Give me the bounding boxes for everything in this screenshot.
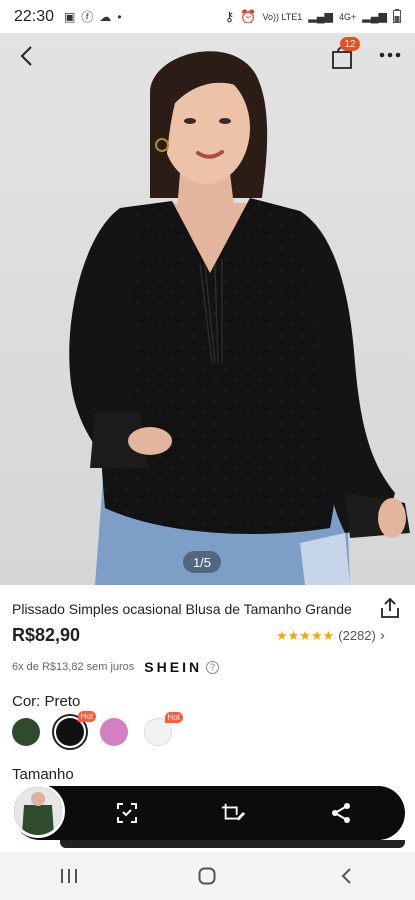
signal-icon: ▂▄▆ bbox=[308, 11, 334, 23]
bag-count-badge: 12 bbox=[340, 37, 360, 51]
dot-icon: • bbox=[117, 9, 122, 24]
hot-badge: Hot bbox=[164, 712, 183, 723]
recent-apps-icon bbox=[61, 869, 78, 883]
notification-icons: ▣ ⓕ ☁ • bbox=[64, 8, 122, 25]
product-price: R$82,90 bbox=[12, 625, 81, 645]
size-label: Tamanho bbox=[12, 766, 74, 783]
share-nodes-icon bbox=[332, 803, 350, 823]
status-time: 22:30 bbox=[14, 7, 55, 25]
scan-button[interactable] bbox=[115, 801, 139, 825]
swatch-black[interactable]: Hot bbox=[52, 711, 96, 750]
scan-icon bbox=[117, 803, 137, 823]
recent-apps-button[interactable] bbox=[39, 856, 99, 896]
installments-text: 6x de R$13,82 sem juros bbox=[12, 661, 135, 673]
star-rating-icon: ★★★★★ bbox=[276, 627, 335, 643]
color-swatches: Hot Hot bbox=[12, 711, 183, 750]
facebook-icon: ⓕ bbox=[81, 10, 94, 24]
cloud-icon: ☁ bbox=[99, 9, 112, 24]
rating-summary[interactable]: ★★★★★ (2282) › bbox=[276, 627, 385, 644]
more-options-button[interactable] bbox=[376, 43, 404, 67]
more-icon bbox=[379, 52, 401, 58]
share-toolbar-button[interactable] bbox=[329, 801, 353, 825]
system-icons: ⚷ ⏰ Vo)) LTE1 ▂▄▆ 4G+ ▂▄▆ bbox=[224, 8, 401, 25]
product-image[interactable] bbox=[0, 33, 415, 585]
signal-icon-2: ▂▄▆ bbox=[362, 11, 387, 23]
color-label: Cor: Preto bbox=[12, 693, 81, 710]
image-pager: 1/5 bbox=[183, 551, 221, 573]
product-title: Plissado Simples ocasional Blusa de Tama… bbox=[12, 601, 352, 617]
swatch-green[interactable] bbox=[12, 718, 40, 746]
back-icon bbox=[341, 868, 351, 884]
status-bar: 22:30 ▣ ⓕ ☁ • ⚷ ⏰ Vo)) LTE1 ▂▄▆ 4G+ ▂▄▆ bbox=[0, 0, 415, 33]
installments-row: 6x de R$13,82 sem juros SHEIN ? bbox=[12, 659, 220, 675]
brand-logo: SHEIN bbox=[144, 659, 203, 675]
chevron-left-icon bbox=[20, 46, 32, 66]
battery-icon bbox=[393, 8, 401, 25]
chevron-right-icon: › bbox=[379, 627, 385, 644]
product-thumbnail[interactable] bbox=[11, 784, 65, 838]
floating-toolbar bbox=[11, 784, 405, 840]
key-icon: ⚷ bbox=[224, 8, 235, 24]
system-nav-bar bbox=[0, 852, 415, 900]
swatch-pink[interactable] bbox=[100, 718, 128, 746]
share-icon bbox=[381, 597, 399, 618]
crop-edit-icon bbox=[221, 803, 245, 821]
rating-count: (2282) bbox=[338, 628, 376, 643]
info-icon[interactable]: ? bbox=[206, 660, 220, 674]
crop-edit-button[interactable] bbox=[221, 801, 245, 825]
bottom-bar-edge bbox=[60, 840, 405, 848]
carrier-label: Vo)) LTE1 bbox=[262, 11, 303, 22]
share-button[interactable] bbox=[379, 597, 403, 621]
network-label: 4G+ bbox=[339, 11, 357, 22]
back-button[interactable] bbox=[12, 40, 40, 72]
system-back-button[interactable] bbox=[316, 856, 376, 896]
home-button[interactable] bbox=[177, 856, 237, 896]
alarm-icon: ⏰ bbox=[240, 8, 257, 24]
swatch-white[interactable]: Hot bbox=[144, 712, 183, 746]
hot-badge: Hot bbox=[77, 711, 96, 722]
gallery-icon: ▣ bbox=[64, 9, 76, 24]
home-icon bbox=[198, 867, 216, 885]
